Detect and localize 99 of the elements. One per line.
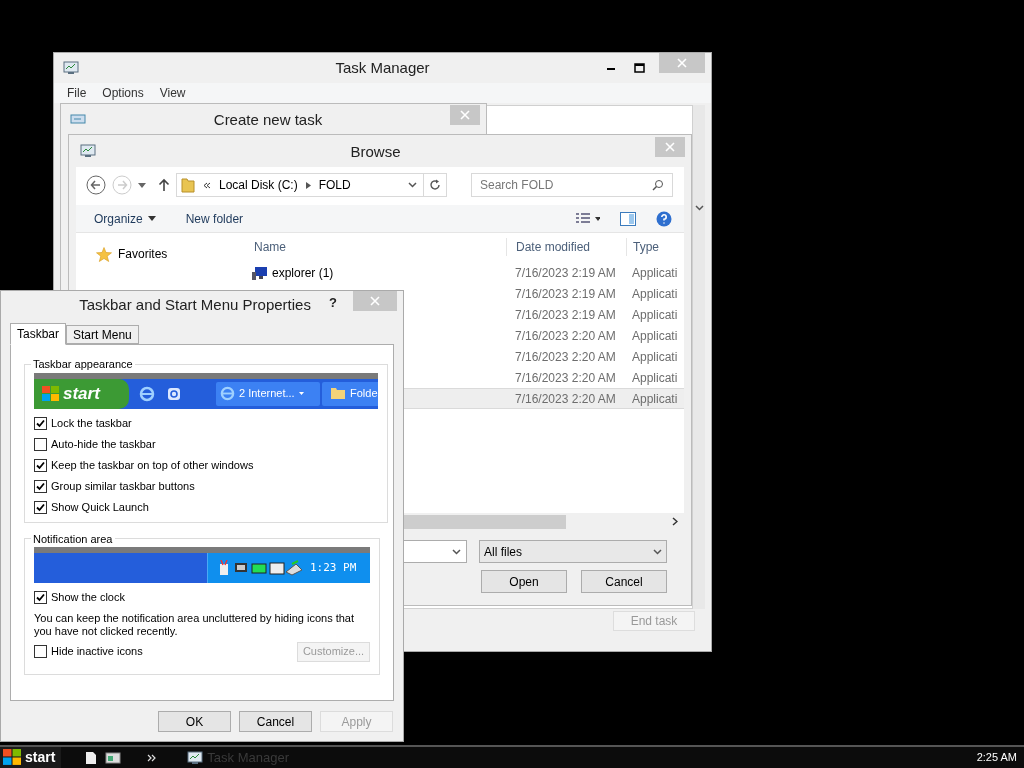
monitor-icon — [187, 750, 204, 765]
close-icon — [665, 142, 675, 152]
search-icon — [652, 179, 664, 191]
folder-icon — [330, 387, 346, 400]
checkbox[interactable] — [34, 645, 47, 658]
monitor-icon — [63, 61, 79, 75]
checkbox[interactable] — [34, 500, 47, 514]
window-title: Create new task — [212, 110, 324, 130]
file-type: Applicati — [631, 285, 678, 303]
monitor-icon — [80, 144, 96, 158]
checkbox-label: Keep the taskbar on top of other windows — [51, 457, 254, 473]
checkbox[interactable] — [34, 437, 47, 451]
breadcrumb-arrow-icon — [305, 181, 311, 189]
file-name: explorer (1) — [272, 264, 334, 282]
file-type: Applicati — [631, 306, 678, 324]
tab[interactable]: Taskbar — [10, 323, 67, 345]
file-date: 7/16/2023 2:19 AM — [514, 306, 617, 324]
dialog-button[interactable]: Cancel — [239, 711, 312, 732]
checkbox-label: Auto-hide the taskbar — [51, 436, 156, 452]
checkbox[interactable] — [34, 591, 47, 604]
folder-icon — [181, 177, 195, 193]
file-date: 7/16/2023 2:20 AM — [514, 390, 617, 408]
refresh-button[interactable] — [423, 173, 447, 197]
notification-note: You can keep the notification area uncluttered by hiding icons that you have not clicked recently. — [34, 612, 356, 638]
new-folder-button[interactable]: New folder — [185, 209, 244, 228]
menu-item[interactable]: Options — [102, 84, 144, 102]
taskbar-clock: 2:25 AM — [976, 750, 1017, 766]
windows-logo-icon — [3, 749, 21, 766]
checkbox[interactable] — [34, 458, 47, 472]
dialog-button[interactable]: Open — [481, 570, 567, 593]
close-icon — [370, 296, 380, 306]
organize-button[interactable]: Organize — [94, 209, 156, 228]
chevron-down-icon — [452, 548, 461, 555]
checkbox-label: Hide inactive icons — [51, 644, 143, 660]
checkbox[interactable] — [34, 416, 47, 430]
preview-pane-icon[interactable] — [620, 211, 636, 226]
checkbox-label: Show the clock — [51, 590, 125, 606]
file-date: 7/16/2023 2:20 AM — [514, 369, 617, 387]
up-arrow-icon[interactable] — [158, 178, 170, 192]
computer-icon — [252, 265, 268, 280]
file-type: Applicati — [631, 390, 678, 408]
file-type-combo[interactable]: All files — [479, 540, 667, 563]
help-icon[interactable] — [656, 210, 672, 227]
window-icon[interactable] — [105, 751, 122, 764]
star-icon — [96, 246, 112, 262]
scroll-right-icon[interactable] — [672, 517, 678, 526]
nav-item[interactable]: Favorites — [118, 245, 168, 263]
breadcrumb[interactable]: FOLD — [318, 176, 351, 194]
file-type: Applicati — [631, 348, 678, 366]
caret-icon — [298, 392, 304, 395]
group-title: Taskbar appearance — [32, 357, 134, 372]
checkbox[interactable] — [34, 479, 47, 493]
scrollbar[interactable] — [693, 105, 705, 609]
search-field[interactable]: Search FOLD — [471, 173, 673, 197]
file-date: 7/16/2023 2:19 AM — [514, 264, 617, 282]
run-icon — [70, 113, 86, 125]
document-icon[interactable] — [85, 750, 98, 765]
maximize-icon[interactable] — [634, 63, 645, 73]
start-label: start — [63, 382, 100, 405]
window-title: Task Manager — [334, 57, 431, 78]
menu-item[interactable]: View — [159, 84, 186, 102]
checkbox-label: Lock the taskbar — [51, 415, 132, 431]
file-date: 7/16/2023 2:20 AM — [514, 327, 617, 345]
window-title: Browse — [349, 142, 402, 162]
column-header[interactable]: Type — [626, 237, 684, 256]
file-date: 7/16/2023 2:20 AM — [514, 348, 617, 366]
window-title: Taskbar and Start Menu Properties — [78, 295, 312, 315]
menu-item[interactable]: File — [67, 84, 87, 102]
column-header[interactable]: Date modified — [506, 237, 626, 256]
file-row[interactable]: explorer (1) 7/16/2023 2:19 AM Applicati — [246, 262, 684, 283]
chevron-right-icon[interactable] — [147, 753, 157, 762]
start-button[interactable]: start — [0, 747, 62, 768]
view-list-icon[interactable] — [576, 212, 600, 225]
file-date: 7/16/2023 2:19 AM — [514, 285, 617, 303]
file-type: Applicati — [631, 369, 678, 387]
checkbox-label: Show Quick Launch — [51, 499, 149, 515]
address-bar[interactable]: Local Disk (C:) FOLD — [176, 173, 424, 197]
preview-clock: 1:23 PM — [310, 559, 357, 576]
scroll-down-icon — [694, 205, 704, 211]
breadcrumb[interactable]: Local Disk (C:) — [219, 176, 298, 194]
windows-logo-icon — [42, 385, 59, 402]
tab[interactable]: Start Menu — [66, 325, 139, 344]
refresh-icon — [429, 179, 441, 191]
back-icon[interactable] — [86, 175, 106, 195]
file-type: Applicati — [631, 327, 678, 345]
close-icon — [677, 58, 687, 68]
file-type: Applicati — [631, 264, 678, 282]
checkbox-label: Group similar taskbar buttons — [51, 478, 195, 494]
dialog-button[interactable]: OK — [158, 711, 231, 732]
double-chevron-icon — [203, 181, 211, 189]
group-title: Notification area — [32, 531, 114, 547]
dialog-button[interactable]: Cancel — [581, 570, 667, 593]
close-icon — [460, 110, 470, 120]
chevron-down-icon — [408, 182, 417, 188]
help-button[interactable]: ? — [329, 293, 337, 313]
column-header[interactable]: Name — [246, 237, 506, 256]
chevron-down-icon — [653, 548, 662, 555]
caret-icon — [147, 216, 156, 221]
caret-icon[interactable] — [138, 182, 146, 188]
